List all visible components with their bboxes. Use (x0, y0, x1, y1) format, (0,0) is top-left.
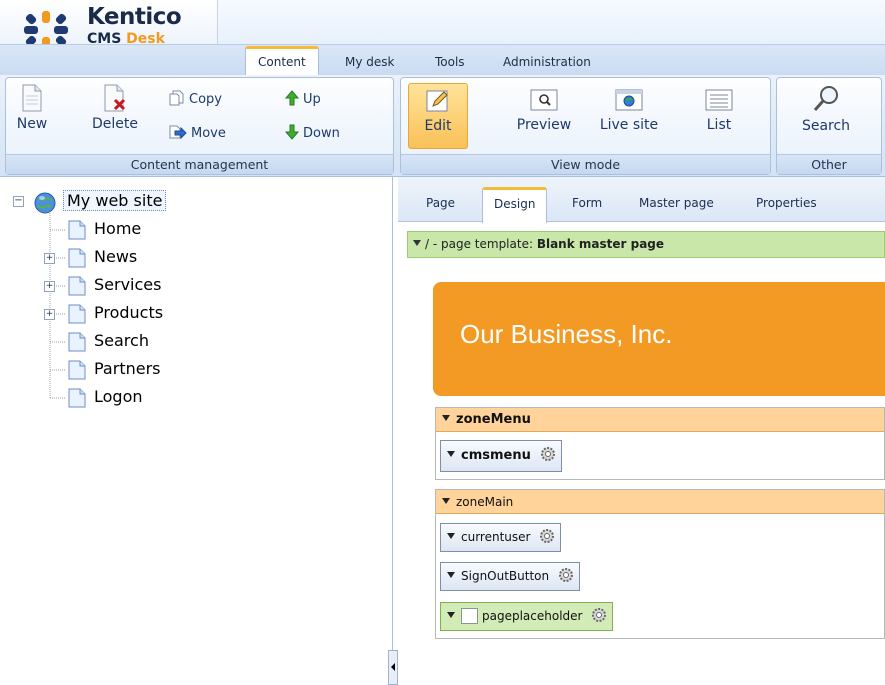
tree-item-label: Logon (94, 387, 143, 406)
preview-icon (530, 89, 558, 111)
page-icon (68, 332, 86, 352)
tree-expand-news[interactable]: + (44, 253, 55, 264)
live-site-icon (615, 89, 643, 111)
template-name: Blank master page (536, 237, 665, 251)
page-template-bar[interactable]: / - page template: Blank master page (407, 231, 885, 258)
webpart-pageplaceholder[interactable]: pageplaceholder (440, 602, 614, 631)
edit-label: Edit (424, 118, 452, 134)
collapse-arrow-icon (391, 663, 395, 671)
live-site-button[interactable]: Live site (589, 87, 669, 133)
tree-item-label: Search (94, 331, 149, 350)
preview-label: Preview (516, 117, 572, 133)
tab-design[interactable]: Design (482, 187, 548, 223)
view-mode-group-title: View mode (401, 154, 770, 174)
collapse-triangle-icon (447, 533, 455, 539)
gear-icon[interactable] (557, 566, 575, 584)
tab-administration[interactable]: Administration (503, 50, 591, 74)
page-icon (68, 248, 86, 268)
tree-root-collapse[interactable]: − (13, 196, 24, 207)
search-icon (813, 86, 838, 111)
banner-title: Our Business, Inc. (460, 319, 673, 349)
webpart-signoutbutton[interactable]: SignOutButton (440, 562, 580, 591)
view-mode-group: Edit Preview Live site List View mode (400, 77, 771, 175)
webpart-name: SignOutButton (461, 569, 550, 583)
zone-name: zoneMain (456, 495, 514, 509)
tree-root-my-web-site[interactable]: My web site (63, 190, 167, 211)
gear-icon[interactable] (538, 527, 556, 545)
page-icon (68, 360, 86, 380)
pane-splitter-collapse[interactable] (388, 650, 398, 685)
gear-icon[interactable] (590, 606, 608, 624)
tree-connector-lines (49, 213, 66, 399)
tree-item-label: Services (94, 275, 162, 294)
zone-header[interactable]: zoneMenu (436, 408, 884, 432)
page-icon (68, 220, 86, 240)
globe-icon (34, 192, 56, 214)
tree-expand-products[interactable]: + (44, 309, 55, 320)
edit-page-icon (426, 90, 448, 112)
tab-page[interactable]: Page (426, 196, 455, 210)
search-button[interactable]: Search (793, 84, 859, 134)
tree-item-label: Partners (94, 359, 161, 378)
zone-header[interactable]: zoneMain (436, 490, 884, 514)
list-icon (705, 89, 733, 111)
other-group: Search Other (776, 77, 882, 175)
other-group-title: Other (777, 154, 881, 174)
edit-button[interactable]: Edit (408, 83, 468, 149)
tree-expand-services[interactable]: + (44, 281, 55, 292)
list-label: List (706, 117, 732, 133)
list-button[interactable]: List (693, 87, 745, 133)
tab-form[interactable]: Form (572, 196, 602, 210)
collapse-triangle-icon (442, 415, 450, 421)
collapse-triangle-icon (447, 612, 455, 618)
tree-item-label: News (94, 247, 138, 266)
page-icon (68, 276, 86, 296)
sub-tabs-bar: Page Design Form Master page Properties (398, 177, 885, 223)
tab-master-page[interactable]: Master page (639, 196, 714, 210)
placeholder-checkbox[interactable] (461, 608, 478, 624)
collapse-triangle-icon (442, 498, 450, 504)
collapse-triangle-icon (447, 451, 455, 457)
webpart-cmsmenu[interactable]: cmsmenu (440, 440, 563, 472)
preview-button[interactable]: Preview (504, 87, 584, 133)
tree-item-label: Products (94, 303, 164, 322)
page-icon (68, 388, 86, 408)
zone-name: zoneMenu (456, 412, 531, 427)
template-prefix: / - page template: (425, 237, 537, 251)
collapse-triangle-icon (413, 240, 421, 246)
tree-item-label: Home (94, 219, 142, 238)
tab-tools[interactable]: Tools (435, 50, 465, 74)
webpart-name: pageplaceholder (482, 609, 583, 623)
gear-icon[interactable] (539, 445, 557, 463)
search-label: Search (801, 118, 851, 134)
live-site-label: Live site (599, 117, 659, 133)
collapse-triangle-icon (447, 572, 455, 578)
page-icon (68, 304, 86, 324)
webpart-currentuser[interactable]: currentuser (440, 523, 562, 552)
tab-properties[interactable]: Properties (756, 196, 817, 210)
webpart-name: currentuser (461, 530, 531, 544)
webpart-name: cmsmenu (461, 448, 531, 463)
